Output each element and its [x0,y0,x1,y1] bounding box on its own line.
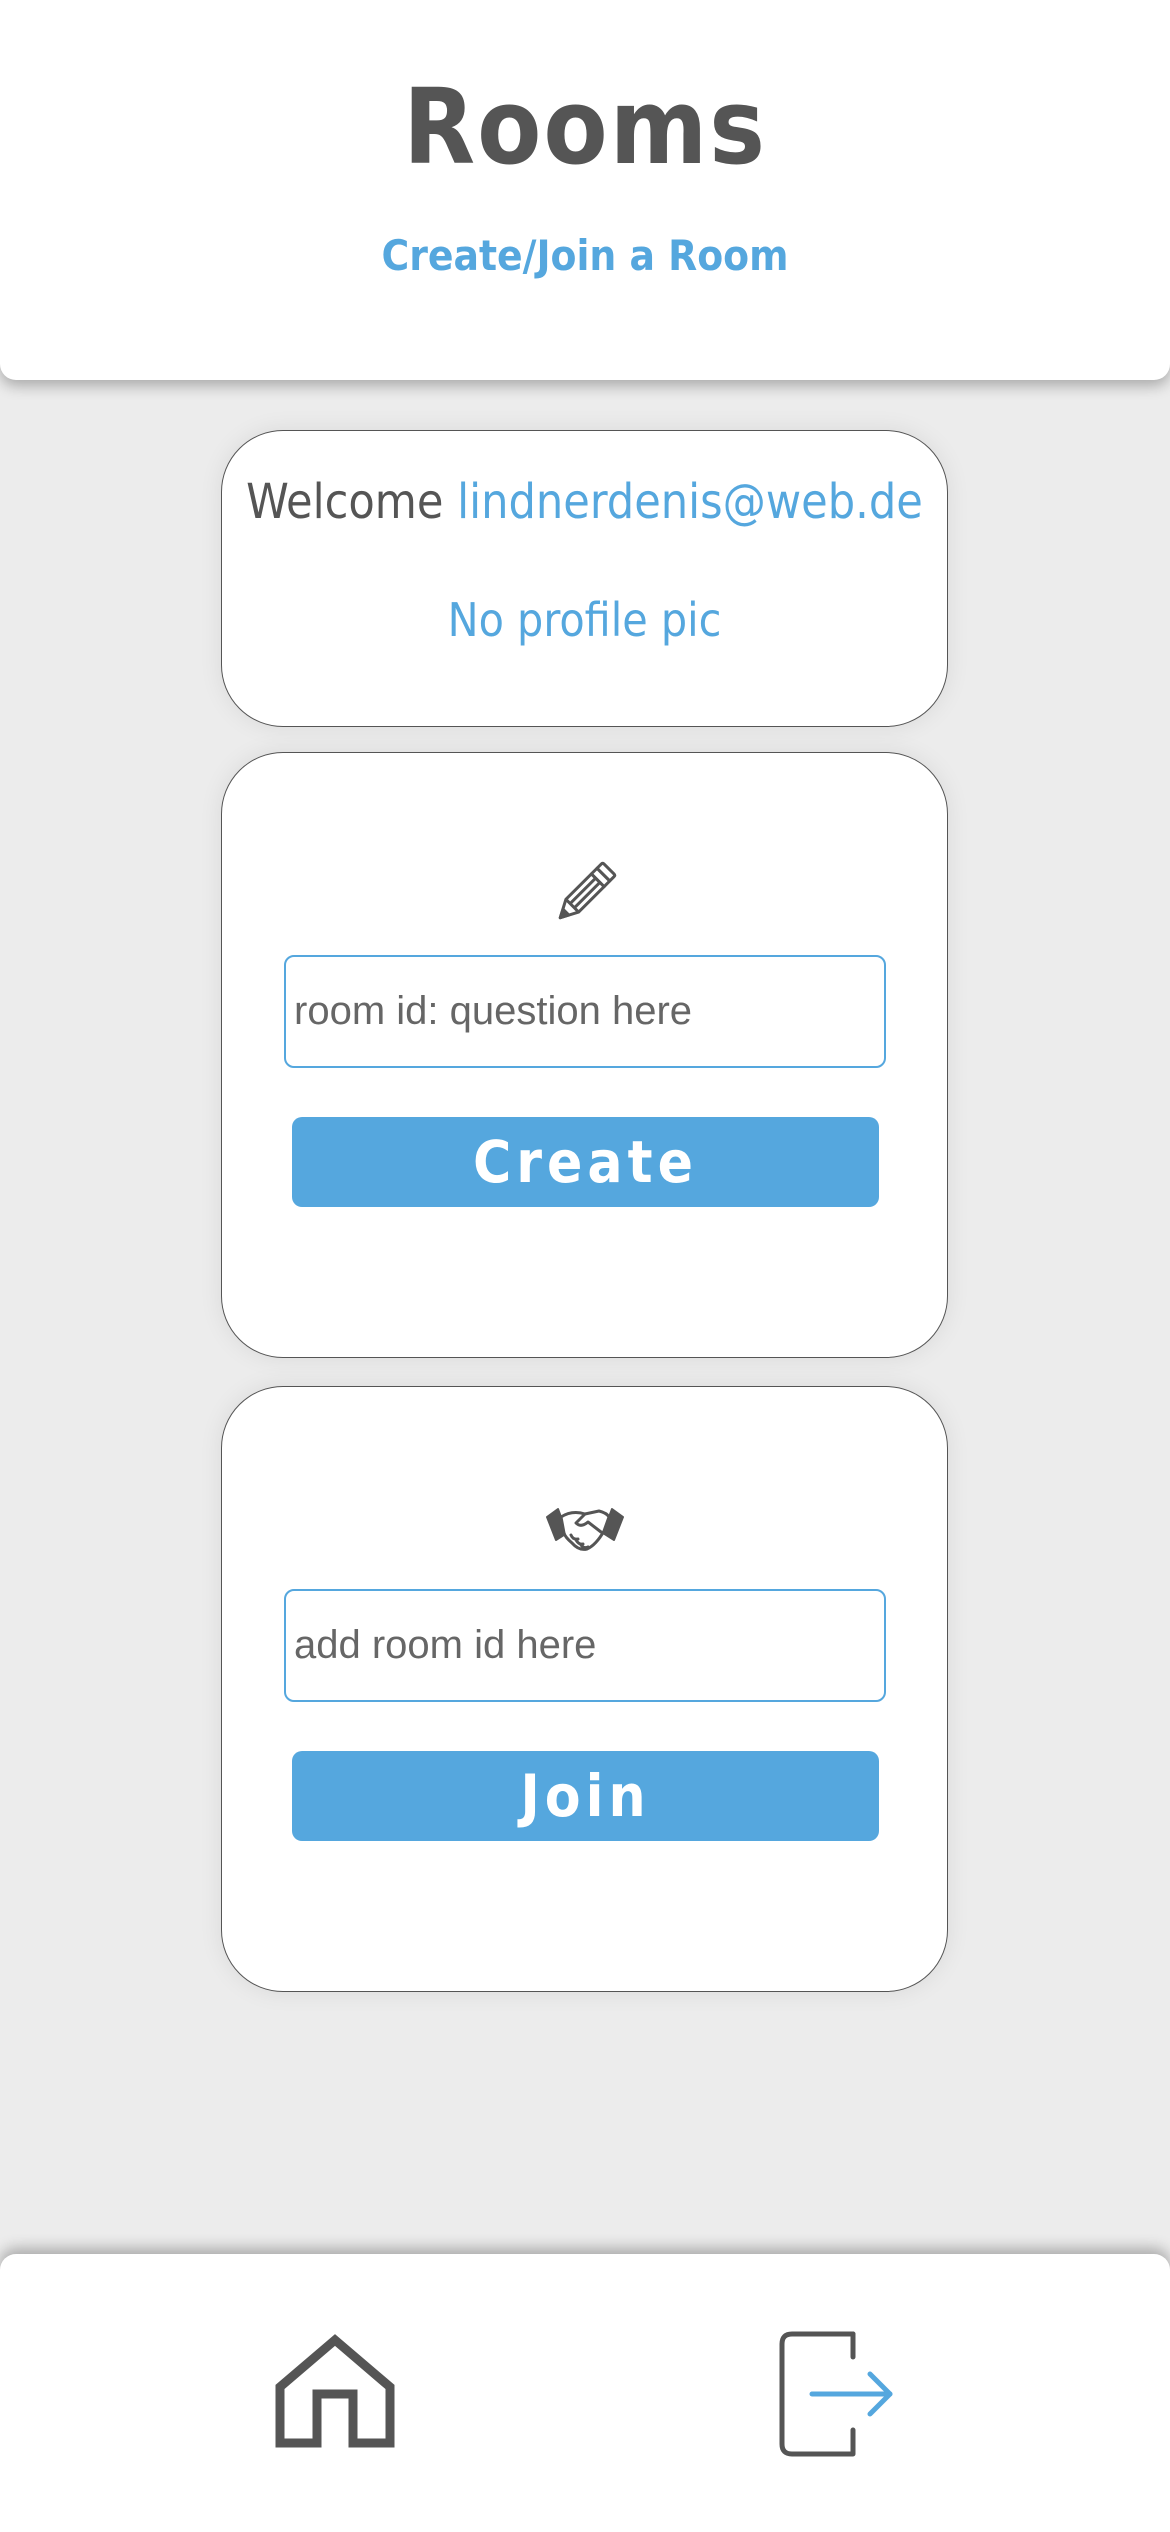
header: Rooms Create/Join a Room [0,0,1170,380]
handshake-icon [545,1487,625,1567]
home-icon [275,2334,395,2448]
logout-icon [779,2331,893,2457]
welcome-card: Welcome lindnerdenis@web.de No profile p… [221,430,948,727]
user-email: lindnerdenis@web.de [457,474,923,530]
home-button[interactable] [265,2324,405,2464]
create-button[interactable]: Create [292,1117,879,1207]
welcome-line: Welcome lindnerdenis@web.de [222,467,947,537]
page-title: Rooms [403,66,767,188]
create-room-card: Create [221,752,948,1358]
welcome-label: Welcome [246,474,444,530]
profile-pic-placeholder: No profile pic [447,593,722,647]
pencil-icon [545,853,625,933]
bottom-nav [0,2254,1170,2532]
page-subtitle: Create/Join a Room [381,231,789,280]
room-id-input[interactable] [284,1589,886,1702]
room-question-input[interactable] [284,955,886,1068]
logout-button[interactable] [766,2324,906,2464]
join-room-card: Join [221,1386,948,1992]
join-button[interactable]: Join [292,1751,879,1841]
